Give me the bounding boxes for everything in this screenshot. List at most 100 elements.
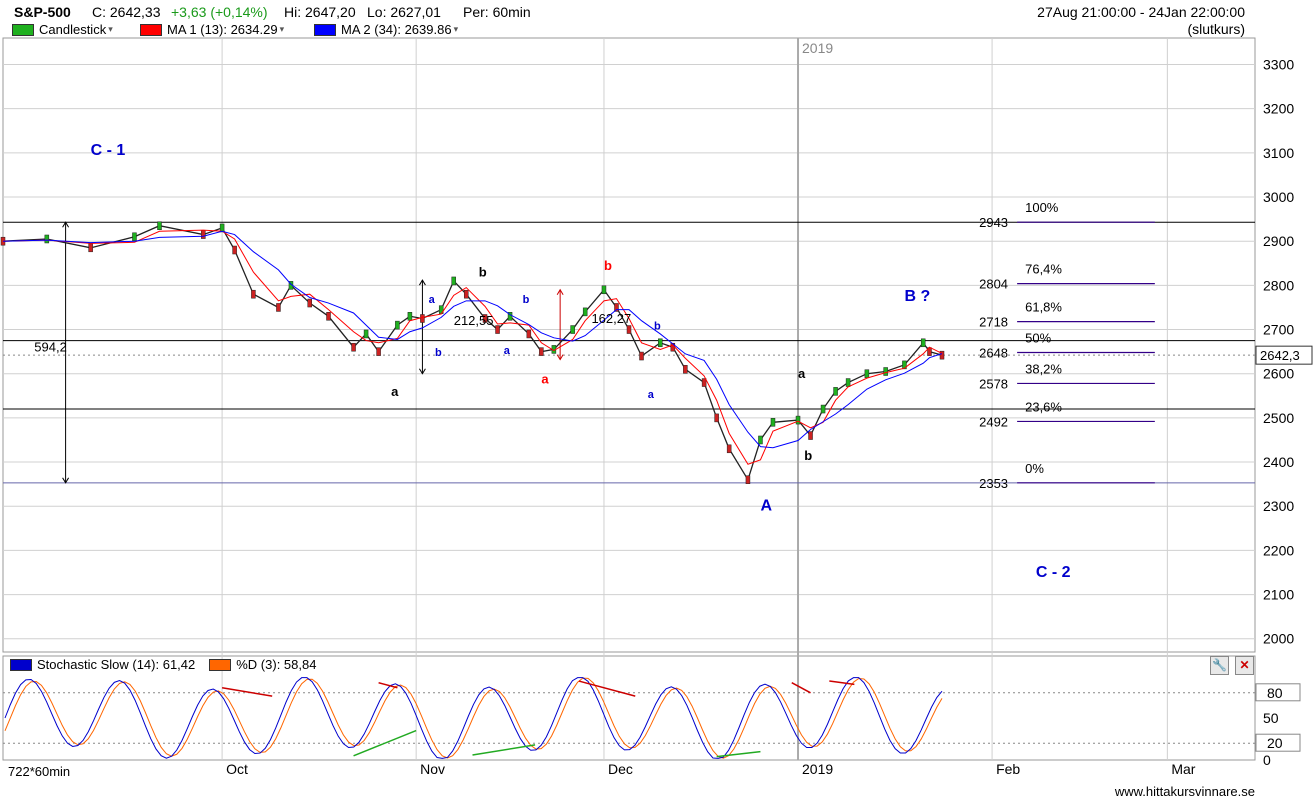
candle xyxy=(808,431,813,440)
fib-level-value: 2353 xyxy=(979,476,1008,491)
footer-credit: www.hittakursvinnare.se xyxy=(1114,784,1255,799)
candle xyxy=(833,387,838,396)
y-tick-label: 3100 xyxy=(1263,145,1294,161)
divergence-line xyxy=(221,687,273,697)
candle xyxy=(44,234,50,244)
y-tick-label: 3200 xyxy=(1263,101,1294,117)
wave-label: b xyxy=(604,258,612,273)
y-tick-label: 2300 xyxy=(1263,498,1294,514)
wave-label: C - 1 xyxy=(91,142,126,159)
candle xyxy=(770,418,776,427)
candle xyxy=(307,298,312,308)
bar-count-label: 722*60min xyxy=(8,764,70,779)
wave-label: A xyxy=(760,498,772,515)
wave-label: b xyxy=(804,448,812,463)
divergence-line xyxy=(353,729,417,757)
fib-level-pct: 50% xyxy=(1025,331,1051,346)
candle xyxy=(276,303,281,312)
candle xyxy=(407,312,413,321)
y-tick-label: 2600 xyxy=(1263,366,1294,382)
candle xyxy=(463,289,469,299)
candle xyxy=(745,475,751,484)
y-tick-label: 2100 xyxy=(1263,587,1294,603)
wave-label: 594,2 xyxy=(34,340,67,355)
fib-level-value: 2492 xyxy=(979,414,1008,429)
stoch-d-label: %D (3): 58,84 xyxy=(236,657,317,672)
y-tick-label: 2200 xyxy=(1263,542,1294,558)
candle xyxy=(845,378,851,387)
fib-level-pct: 0% xyxy=(1025,461,1044,476)
y-tick-label: 2400 xyxy=(1263,454,1294,470)
candle xyxy=(132,232,137,242)
candle xyxy=(495,325,500,334)
wave-label: a xyxy=(391,384,399,399)
price-chart: 2000 2100 2200 2300 2400 2500 2600 2700 2800 2900… xyxy=(0,37,1313,779)
wave-label: a xyxy=(648,389,655,401)
x-tick-label: 2019 xyxy=(802,761,833,777)
stoch-y-tick: 20 xyxy=(1267,735,1283,751)
candle xyxy=(683,365,688,374)
candle xyxy=(570,325,575,334)
candle xyxy=(326,312,331,321)
candle xyxy=(351,342,356,352)
candle xyxy=(376,347,381,356)
y-tick-label: 2000 xyxy=(1263,631,1294,647)
candle xyxy=(658,338,663,348)
candle xyxy=(88,243,93,253)
year-marker: 2019 xyxy=(802,40,833,56)
candle xyxy=(864,369,870,378)
fib-level-value: 2804 xyxy=(979,277,1008,292)
fib-level-pct: 61,8% xyxy=(1025,300,1062,315)
x-tick-label: Feb xyxy=(996,761,1020,777)
fib-level-pct: 76,4% xyxy=(1025,262,1062,277)
candle xyxy=(639,351,644,361)
x-tick-label: Mar xyxy=(1171,761,1195,777)
wave-label: a xyxy=(541,371,549,386)
candle xyxy=(451,276,456,286)
candle xyxy=(758,435,763,445)
candle xyxy=(582,307,588,317)
fib-level-value: 2943 xyxy=(979,215,1008,230)
divergence-line xyxy=(791,682,811,694)
wave-label: b xyxy=(654,321,661,333)
y-tick-label: 3000 xyxy=(1263,189,1294,205)
stoch-k-line xyxy=(4,677,943,759)
wave-label: B ? xyxy=(904,288,930,305)
wave-label: a xyxy=(504,345,511,357)
divergence-line xyxy=(578,680,636,697)
candle xyxy=(157,221,162,230)
wrench-icon[interactable]: 🔧 xyxy=(1210,656,1229,675)
stoch-d-swatch xyxy=(209,658,232,671)
candle xyxy=(539,347,544,356)
ma2-line xyxy=(2,230,943,449)
candle xyxy=(701,378,707,387)
price-panel-frame xyxy=(2,37,1256,653)
candle xyxy=(420,314,425,323)
y-tick-label: 2800 xyxy=(1263,277,1294,293)
candle xyxy=(601,285,607,295)
stoch-k-swatch xyxy=(10,658,32,671)
y-tick-label: 2500 xyxy=(1263,410,1294,426)
wave-label: a xyxy=(798,366,806,381)
fib-level-pct: 23,6% xyxy=(1025,399,1062,414)
candle xyxy=(714,413,719,423)
ma1-line xyxy=(2,229,943,465)
close-icon[interactable]: ✕ xyxy=(1235,656,1254,675)
last-price-label: 2642,3 xyxy=(1260,348,1300,363)
x-tick-label: Nov xyxy=(420,761,445,777)
candle xyxy=(201,230,206,239)
candle xyxy=(883,367,888,376)
y-tick-label: 2700 xyxy=(1263,322,1294,338)
wave-label: b xyxy=(523,294,530,306)
candle xyxy=(363,329,369,339)
x-tick-label: Dec xyxy=(608,761,633,777)
y-tick-label: 2900 xyxy=(1263,233,1294,249)
candle xyxy=(251,289,256,299)
fib-level-pct: 100% xyxy=(1025,200,1059,215)
stoch-k-label: Stochastic Slow (14): 61,42 xyxy=(37,657,196,672)
fib-level-value: 2578 xyxy=(979,376,1008,391)
divergence-line xyxy=(716,750,761,758)
stochastic-legend: Stochastic Slow (14): 61,42 %D (3): 58,8… xyxy=(10,657,316,672)
stoch-y-tick: 50 xyxy=(1263,710,1279,726)
candle xyxy=(795,415,801,425)
